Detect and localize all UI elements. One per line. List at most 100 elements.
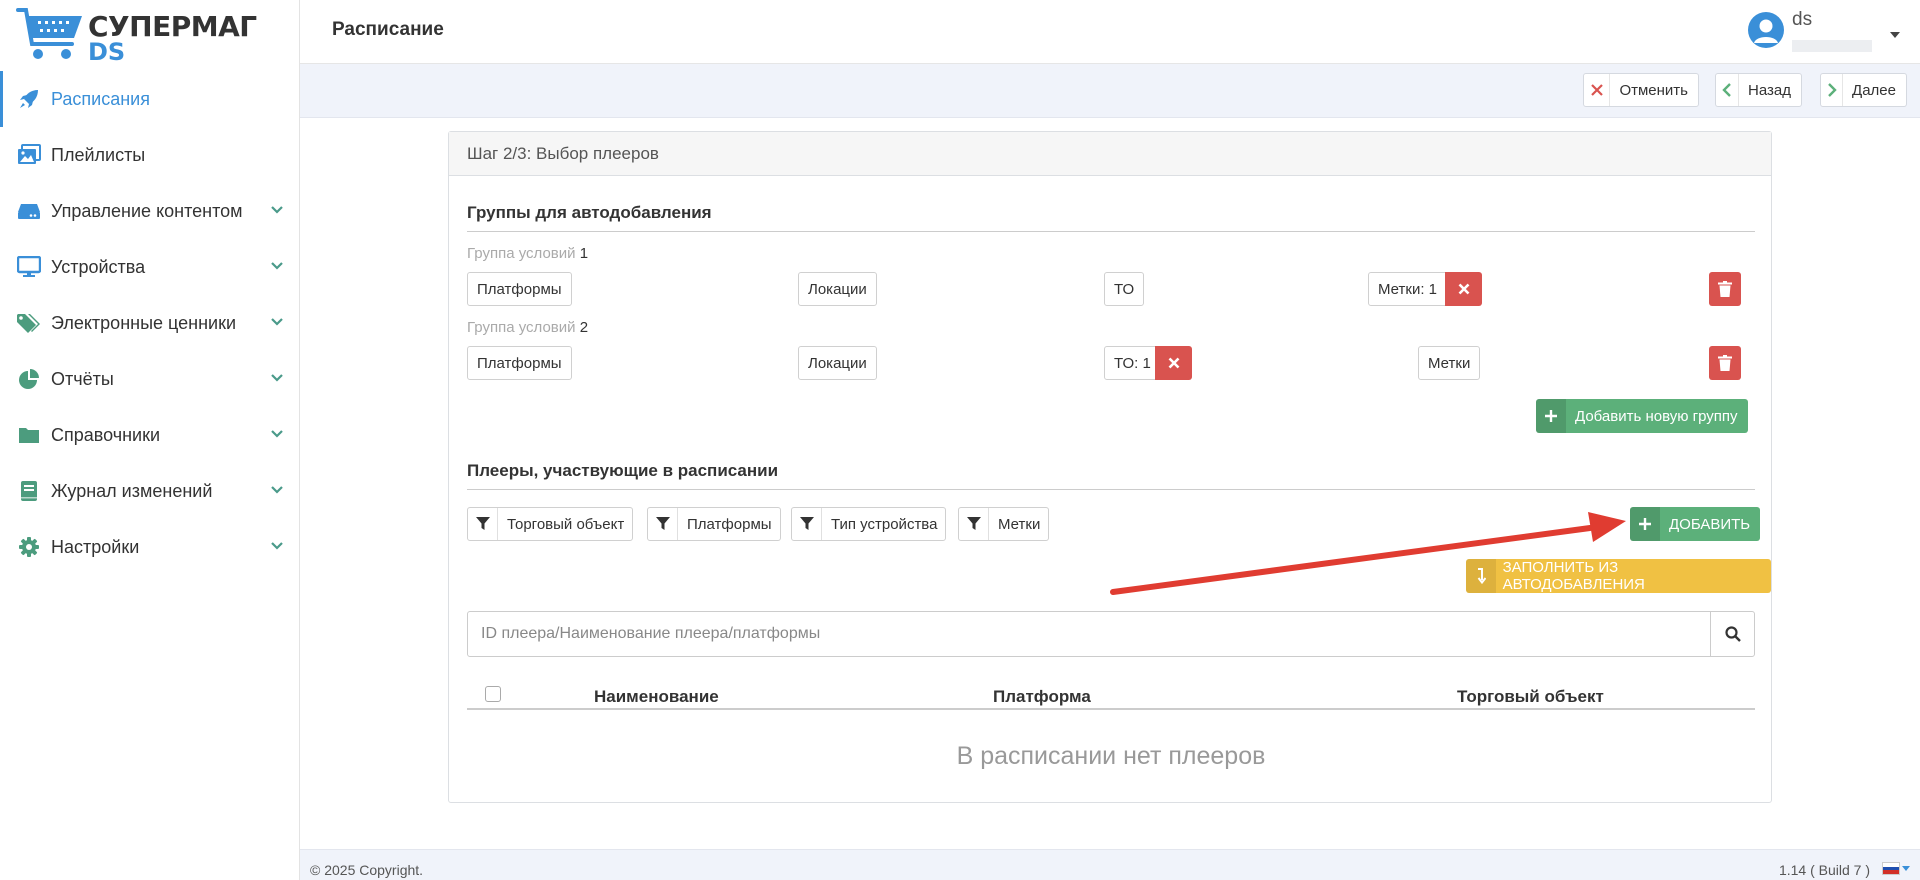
fill-from-autoadd-button[interactable]: ЗАПОЛНИТЬ ИЗ АВТОДОБАВЛЕНИЯ (1466, 559, 1771, 593)
rocket-icon (16, 86, 42, 112)
chevron-left-icon (1716, 74, 1740, 106)
search-icon (1724, 626, 1741, 642)
next-button[interactable]: Далее (1820, 73, 1907, 107)
trade-object-filter-button[interactable]: ТО: 1 (1104, 346, 1161, 380)
trade-object-filter-button[interactable]: ТО (1104, 272, 1145, 306)
sidebar-item-directories[interactable]: Справочники (0, 407, 300, 463)
player-search-input[interactable] (468, 612, 1710, 656)
images-icon (16, 142, 42, 168)
tags-icon (16, 310, 42, 336)
filter-label: Метки (998, 515, 1041, 533)
back-button[interactable]: Назад (1715, 73, 1802, 107)
platforms-filter-button[interactable]: Платформы (467, 346, 572, 380)
top-header: Расписание ds (300, 0, 1920, 64)
search-button[interactable] (1710, 612, 1754, 656)
add-group-button[interactable]: Добавить новую группу (1536, 399, 1748, 433)
user-menu[interactable]: ds (1748, 10, 1900, 54)
logo-subtext: DS (88, 38, 126, 66)
locations-filter-button[interactable]: Локации (798, 272, 877, 306)
chevron-right-icon (1821, 74, 1844, 106)
next-label: Далее (1852, 81, 1896, 99)
select-all-checkbox[interactable] (485, 686, 501, 702)
pie-chart-icon (16, 366, 42, 392)
gear-icon (16, 534, 42, 560)
sidebar-item-label: Управление контентом (51, 200, 243, 221)
page-title: Расписание (332, 19, 444, 40)
group-label-text: Группа условий (467, 319, 576, 336)
group-number: 2 (579, 319, 589, 336)
sidebar-item-label: Журнал изменений (51, 480, 213, 501)
locations-filter-button[interactable]: Локации (798, 346, 877, 380)
group-label-text: Группа условий (467, 245, 576, 262)
close-icon (1458, 283, 1469, 295)
add-players-button[interactable]: ДОБАВИТЬ (1630, 507, 1761, 541)
column-header-platform[interactable]: Платформа (993, 687, 1091, 707)
sidebar-item-changelog[interactable]: Журнал изменений (0, 463, 300, 519)
plus-icon (1536, 399, 1566, 433)
filter-platforms-button[interactable]: Платформы (647, 507, 781, 541)
filter-label: Платформы (687, 515, 772, 533)
sidebar: СУПЕРМАГ DS Расписания Плейлисты Управле… (0, 0, 300, 880)
add-players-label: ДОБАВИТЬ (1669, 515, 1751, 533)
user-role-placeholder (1792, 40, 1872, 52)
cancel-label: Отменить (1619, 81, 1688, 99)
tags-filter-button[interactable]: Метки: 1 (1368, 272, 1447, 306)
sidebar-item-reports[interactable]: Отчёты (0, 351, 300, 407)
folder-icon (16, 422, 42, 448)
add-group-label: Добавить новую группу (1575, 407, 1738, 425)
sidebar-nav: Расписания Плейлисты Управление контенто… (0, 71, 300, 575)
filter-icon (648, 508, 678, 540)
cancel-button[interactable]: Отменить (1583, 73, 1699, 107)
column-header-name[interactable]: Наименование (594, 687, 719, 707)
players-table-header: Наименование Платформа Торговый объект (467, 672, 1755, 710)
sidebar-item-label: Электронные ценники (51, 312, 237, 333)
divider (467, 489, 1755, 490)
players-title: Плееры, участвующие в расписании (467, 461, 779, 480)
sidebar-item-playlists[interactable]: Плейлисты (0, 127, 300, 183)
platforms-filter-button[interactable]: Платформы (467, 272, 572, 306)
filter-label: Торговый объект (507, 515, 625, 533)
version-text: 1.14 ( Build 7 ) (1778, 862, 1870, 878)
trash-icon (1718, 355, 1732, 371)
sidebar-item-devices[interactable]: Устройства (0, 239, 300, 295)
sidebar-item-label: Настройки (51, 536, 140, 557)
close-icon (1168, 357, 1179, 369)
fill-from-autoadd-label: ЗАПОЛНИТЬ ИЗ АВТОДОБАВЛЕНИЯ (1502, 559, 1645, 593)
group-label: Группа условий 1 (467, 245, 588, 262)
russia-flag-icon (1882, 862, 1900, 875)
app-logo[interactable]: СУПЕРМАГ DS (16, 6, 257, 66)
hdd-icon (16, 198, 42, 224)
filter-icon (792, 508, 822, 540)
filter-device-type-button[interactable]: Тип устройства (791, 507, 947, 541)
book-icon (16, 478, 42, 504)
sidebar-item-content[interactable]: Управление контентом (0, 183, 300, 239)
caret-down-icon (1902, 865, 1910, 871)
action-toolbar: Отменить Назад Далее (300, 64, 1920, 118)
clear-trade-object-button[interactable] (1155, 346, 1192, 380)
filter-label: Тип устройства (831, 515, 938, 533)
wizard-step-title: Шаг 2/3: Выбор плееров (449, 132, 1771, 176)
sidebar-item-price-tags[interactable]: Электронные ценники (0, 295, 300, 351)
sidebar-item-settings[interactable]: Настройки (0, 519, 300, 575)
empty-table-message: В расписании нет плееров (956, 742, 1266, 770)
column-header-trade-object[interactable]: Торговый объект (1457, 687, 1604, 707)
filter-icon (959, 508, 989, 540)
filter-tags-button[interactable]: Метки (958, 507, 1050, 541)
chevron-down-icon (271, 430, 283, 438)
delete-group-button[interactable] (1709, 346, 1741, 380)
filter-trade-object-button[interactable]: Торговый объект (467, 507, 634, 541)
clear-tags-button[interactable] (1445, 272, 1482, 306)
delete-group-button[interactable] (1709, 272, 1741, 306)
level-down-icon (1466, 559, 1496, 593)
chevron-down-icon (271, 542, 283, 550)
chevron-down-icon (271, 486, 283, 494)
language-selector[interactable] (1882, 862, 1910, 875)
sidebar-item-schedules[interactable]: Расписания (0, 71, 300, 127)
close-icon (1584, 74, 1611, 106)
copyright-text: © 2025 Copyright. (310, 862, 424, 878)
tags-filter-button[interactable]: Метки (1418, 346, 1481, 380)
player-search (467, 611, 1755, 657)
footer: © 2025 Copyright. 1.14 ( Build 7 ) (300, 849, 1920, 880)
user-name-block: ds (1792, 10, 1872, 52)
plus-icon (1630, 507, 1660, 541)
